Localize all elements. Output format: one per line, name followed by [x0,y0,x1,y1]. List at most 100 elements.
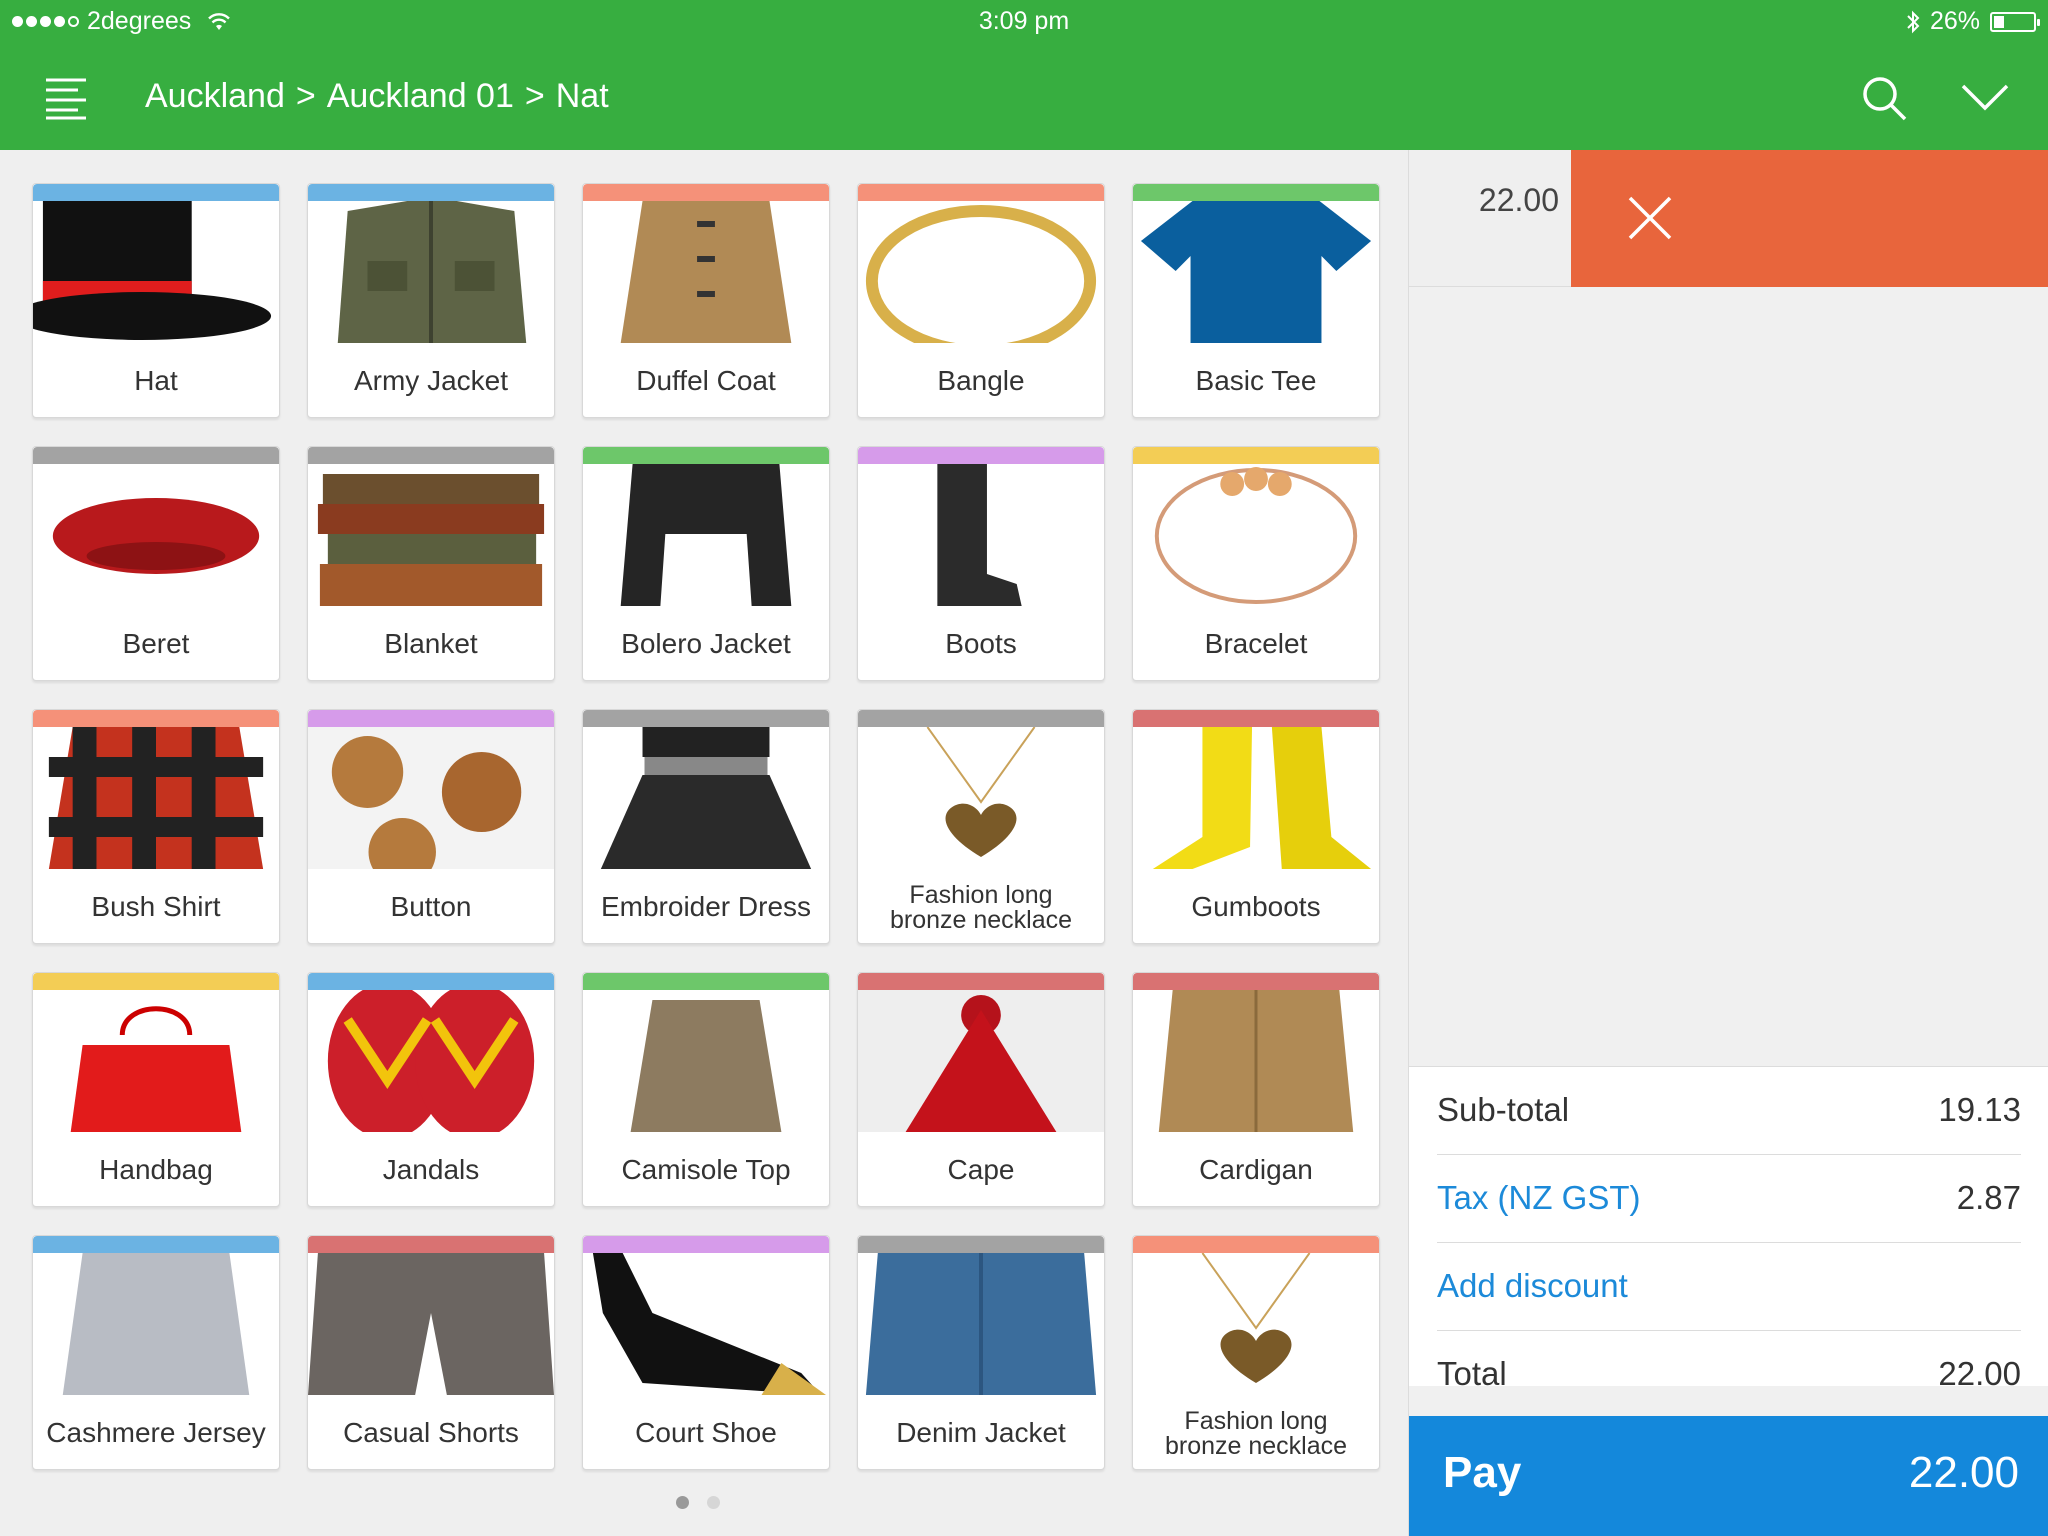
product-name: Fashion long bronze necklace [1164,1407,1348,1460]
category-color-bar [308,1236,554,1253]
search-icon[interactable] [1860,74,1908,122]
breadcrumb-user[interactable]: Nat [556,77,609,116]
product-name: Jandals [382,1154,480,1185]
subtotal-label: Sub-total [1437,1091,1570,1128]
battery-percent: 26% [1929,7,1980,35]
pay-button[interactable]: Pay 22.00 [1409,1416,2048,1536]
category-color-bar [33,447,279,464]
status-bar: 2degrees 3:09 pm 26% [0,0,2048,44]
product-name: Boots [945,628,1017,659]
breadcrumb-separator: > [295,77,316,115]
product-tile[interactable]: Handbag [32,972,280,1207]
product-tile[interactable]: Camisole Top [582,972,830,1207]
product-tile[interactable]: Basic Tee [1132,183,1380,418]
product-name: Army Jacket [353,365,509,396]
product-tile[interactable]: Gumboots [1132,709,1380,944]
tax-link[interactable]: Tax (NZ GST) [1437,1179,1641,1217]
pay-label: Pay [1443,1448,1522,1497]
product-name: Bracelet [1204,628,1308,659]
add-discount-link[interactable]: Add discount [1437,1267,1628,1305]
chevron-down-icon[interactable] [1960,80,2010,114]
bolero-jacket-image [583,464,829,606]
product-name: Embroider Dress [600,891,812,922]
line-item-price: 22.00 [1478,182,1559,218]
jandals-image [308,990,554,1132]
product-tile[interactable]: Bush Shirt [32,709,280,944]
subtotal-row: Sub-total 19.13 [1437,1067,2021,1155]
breadcrumb-outlet[interactable]: Auckland [145,77,285,116]
category-color-bar [583,1236,829,1253]
product-tile[interactable]: Beret [32,446,280,681]
product-tile[interactable]: Denim Jacket [857,1235,1105,1470]
category-color-bar [858,447,1104,464]
product-name: Gumboots [1191,891,1321,922]
product-tile[interactable]: Cape [857,972,1105,1207]
product-name: Bangle [937,365,1025,396]
status-right: 26% [1906,7,2040,36]
product-name: Hat [134,365,178,396]
delete-line-button[interactable] [1571,150,2048,287]
breadcrumb: Auckland > Auckland 01 > Nat [145,77,609,116]
page-dot-1[interactable] [676,1496,689,1509]
product-name: Button [390,891,472,922]
close-icon [1628,196,1672,240]
page-dot-2[interactable] [707,1496,720,1509]
category-color-bar [858,973,1104,990]
product-tile[interactable]: Blanket [307,446,555,681]
category-color-bar [583,710,829,727]
cape-image [858,990,1104,1132]
shorts-image [308,1253,554,1395]
breadcrumb-separator: > [524,77,545,115]
product-name: Denim Jacket [896,1417,1066,1448]
necklace-image [1133,1253,1379,1395]
sale-panel: 22.00 Sub-total 19.13 Tax (NZ GST) 2.87 … [1408,150,2048,1536]
category-color-bar [583,447,829,464]
product-tile[interactable]: Hat [32,183,280,418]
breadcrumb-register[interactable]: Auckland 01 [327,77,514,116]
product-tile[interactable]: Fashion long bronze necklace [857,709,1105,944]
product-tile[interactable]: Embroider Dress [582,709,830,944]
shoe-image [583,1253,829,1395]
blanket-image [308,464,554,606]
total-label: Total [1437,1355,1507,1392]
product-tile[interactable]: Casual Shorts [307,1235,555,1470]
totals-section: Sub-total 19.13 Tax (NZ GST) 2.87 Add di… [1409,1066,2048,1392]
product-tile[interactable]: Bracelet [1132,446,1380,681]
pay-amount: 22.00 [1908,1448,2019,1497]
category-color-bar [858,710,1104,727]
product-name: Cardigan [1199,1154,1313,1185]
category-color-bar [308,184,554,201]
product-name: Camisole Top [621,1154,791,1185]
category-color-bar [1133,1236,1379,1253]
category-color-bar [1133,973,1379,990]
product-tile[interactable]: Bolero Jacket [582,446,830,681]
bangle-image [858,201,1104,343]
duffel-coat-image [583,201,829,343]
product-tile[interactable]: Duffel Coat [582,183,830,418]
product-name: Cashmere Jersey [46,1417,266,1448]
dress-image [583,727,829,869]
product-name: Duffel Coat [636,365,776,396]
product-tile[interactable]: Fashion long bronze necklace [1132,1235,1380,1470]
product-tile[interactable]: Button [307,709,555,944]
beret-image [33,464,279,606]
product-tile[interactable]: Cashmere Jersey [32,1235,280,1470]
bluetooth-icon [1907,10,1920,33]
menu-icon[interactable] [44,76,88,120]
necklace-image [858,727,1104,869]
category-color-bar [583,973,829,990]
subtotal-value: 19.13 [1938,1091,2021,1128]
product-tile[interactable]: Court Shoe [582,1235,830,1470]
product-name: Court Shoe [635,1417,777,1448]
product-tile[interactable]: Jandals [307,972,555,1207]
product-tile[interactable]: Boots [857,446,1105,681]
total-value: 22.00 [1938,1355,2021,1392]
bush-shirt-image [33,727,279,869]
sale-line-item[interactable]: 22.00 [1409,150,2048,287]
category-color-bar [308,447,554,464]
category-color-bar [33,710,279,727]
product-tile[interactable]: Army Jacket [307,183,555,418]
product-tile[interactable]: Cardigan [1132,972,1380,1207]
product-tile[interactable]: Bangle [857,183,1105,418]
total-row: Total 22.00 [1437,1331,2021,1419]
